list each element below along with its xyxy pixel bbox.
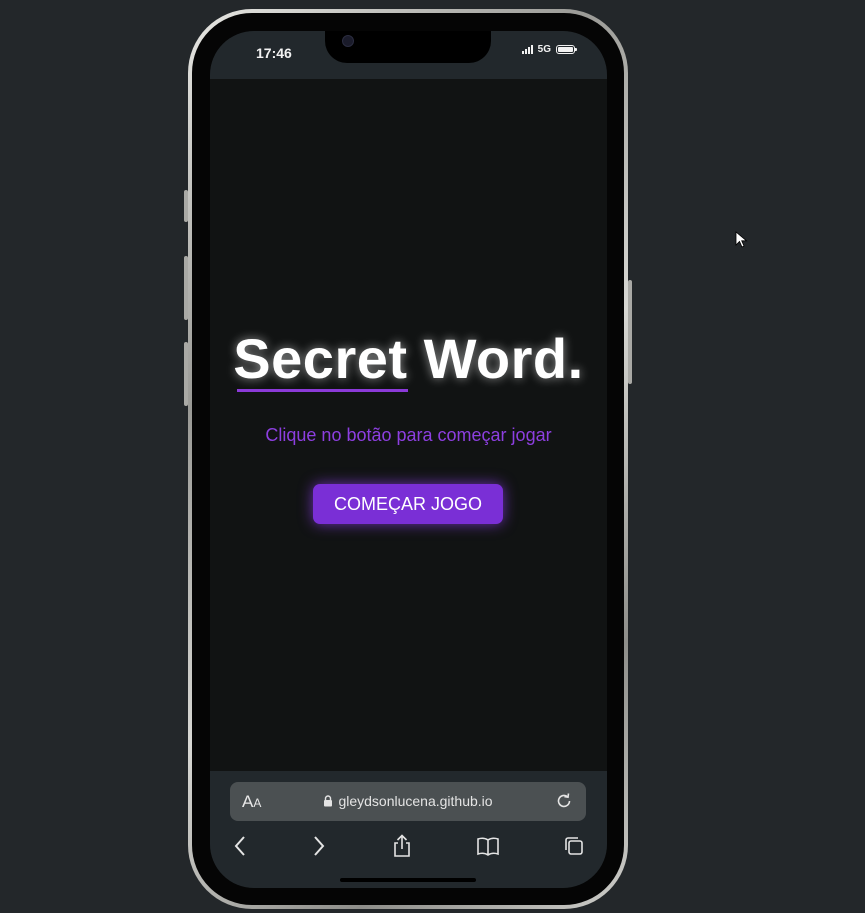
status-time: 17:46 <box>256 45 292 61</box>
title-underline <box>237 389 408 392</box>
phone-screen: 17:46 5G Secret Word. Clique no botão pa… <box>210 31 607 888</box>
page-subtitle: Clique no botão para começar jogar <box>265 425 552 445</box>
forward-icon <box>314 836 325 856</box>
status-bar: 17:46 5G <box>210 31 607 79</box>
mute-switch <box>184 190 188 222</box>
web-page-content: Secret Word. Clique no botão para começa… <box>210 79 607 771</box>
page-title: Secret Word. <box>233 327 584 390</box>
front-camera-icon <box>342 35 354 47</box>
volume-up-button <box>184 256 188 320</box>
browser-toolbar: AA gleydsonlucena.github.io <box>210 771 607 888</box>
home-indicator <box>340 878 476 882</box>
start-game-button[interactable]: COMEÇAR JOGO <box>313 484 503 524</box>
mouse-cursor-icon <box>735 231 748 248</box>
address-bar[interactable]: AA gleydsonlucena.github.io <box>230 782 586 821</box>
share-button[interactable] <box>389 833 415 859</box>
back-button[interactable] <box>227 833 253 859</box>
volume-down-button <box>184 342 188 406</box>
signal-icon <box>521 45 533 54</box>
url-display[interactable]: gleydsonlucena.github.io <box>230 793 586 809</box>
notch <box>325 31 491 63</box>
lock-icon <box>324 795 333 807</box>
battery-icon <box>556 45 577 54</box>
back-icon <box>234 836 245 856</box>
bookmarks-icon <box>477 837 499 856</box>
status-indicators: 5G <box>521 44 577 55</box>
tabs-icon <box>565 837 583 855</box>
network-type: 5G <box>537 44 551 55</box>
forward-button[interactable] <box>306 833 332 859</box>
bookmarks-button[interactable] <box>475 833 501 859</box>
url-text: gleydsonlucena.github.io <box>338 793 493 809</box>
tabs-button[interactable] <box>561 833 587 859</box>
share-icon <box>394 834 410 857</box>
power-button <box>628 280 632 384</box>
reload-icon[interactable] <box>554 791 574 811</box>
